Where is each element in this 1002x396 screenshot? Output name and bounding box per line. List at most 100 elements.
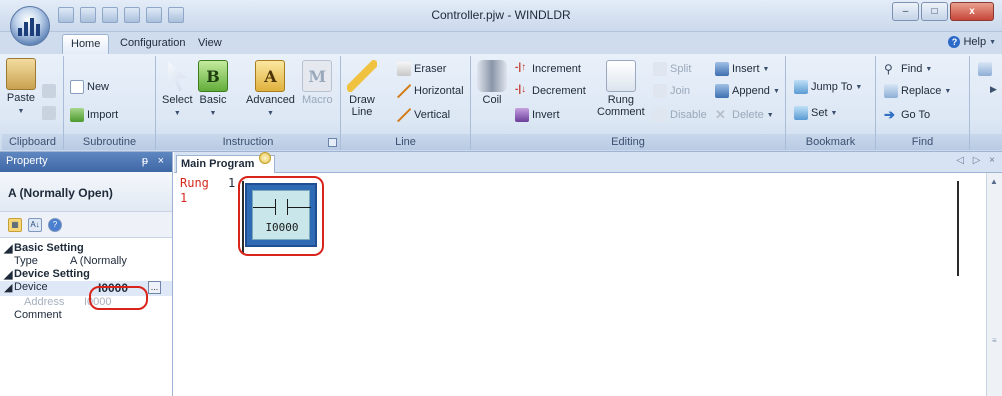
coil-button[interactable]: Coil bbox=[477, 60, 507, 106]
pin-icon[interactable]: ᵽ bbox=[142, 155, 148, 167]
increment-button[interactable]: -|↑ Increment bbox=[515, 62, 581, 76]
document-nav-buttons[interactable]: ◁ ▷ × bbox=[956, 155, 998, 166]
decrement-button[interactable]: -|↓ Decrement bbox=[515, 84, 586, 98]
increment-icon: -|↑ bbox=[515, 62, 527, 73]
bookmark-icon bbox=[794, 106, 808, 120]
help-button[interactable]: ? Help ▼ bbox=[948, 36, 996, 48]
eraser-button[interactable]: Eraser bbox=[397, 62, 446, 76]
group-truncated: ▶ bbox=[970, 56, 1002, 150]
application-menu-button[interactable] bbox=[10, 6, 50, 46]
close-button[interactable]: x bbox=[950, 2, 994, 21]
vertical-line-button[interactable]: Vertical bbox=[397, 108, 450, 122]
increment-label: Increment bbox=[532, 63, 581, 75]
split-button[interactable]: Split bbox=[653, 62, 691, 76]
device-highlight-oval bbox=[89, 286, 148, 310]
minimize-button[interactable]: – bbox=[892, 2, 919, 21]
ribbon: Paste ▼ Clipboard New Import Subroutine … bbox=[0, 54, 1002, 152]
ladder-editor[interactable]: Rung 1 1 I0000 bbox=[174, 173, 986, 396]
collapse-icon: ◢ bbox=[4, 282, 13, 294]
categorized-icon[interactable]: ▦ bbox=[8, 217, 22, 232]
paste-label: Paste bbox=[6, 92, 36, 104]
new-subroutine-button[interactable]: New bbox=[70, 80, 109, 94]
join-icon bbox=[653, 84, 667, 98]
disable-button[interactable]: Disable bbox=[653, 108, 707, 122]
rung-label: Rung 1 bbox=[180, 176, 209, 206]
truncated-button[interactable] bbox=[978, 62, 992, 76]
horizontal-line-icon bbox=[397, 84, 411, 98]
replace-button[interactable]: Replace ▼ bbox=[884, 84, 951, 98]
device-browse-button[interactable]: ... bbox=[148, 281, 161, 294]
help-label: Help bbox=[963, 36, 987, 48]
macro-label: Macro bbox=[302, 94, 333, 106]
address-key: Address bbox=[24, 296, 65, 308]
advanced-instruction-button[interactable]: A Advanced ▼ bbox=[246, 60, 295, 120]
invert-button[interactable]: Invert bbox=[515, 108, 560, 122]
go-to-button[interactable]: ➔ Go To bbox=[884, 108, 930, 122]
coil-label: Coil bbox=[482, 94, 502, 106]
type-key: Type bbox=[14, 255, 38, 267]
set-bookmark-button[interactable]: Set ▼ bbox=[794, 106, 837, 120]
chevron-down-icon: ▼ bbox=[772, 87, 780, 95]
join-label: Join bbox=[670, 85, 691, 97]
close-icon[interactable]: × bbox=[158, 155, 164, 167]
basic-setting-label: Basic Setting bbox=[14, 242, 84, 254]
invert-label: Invert bbox=[532, 109, 560, 121]
chevron-down-icon: ▼ bbox=[209, 110, 217, 117]
category-device-setting[interactable]: ◢ Device Setting bbox=[0, 268, 172, 281]
select-label: Select bbox=[162, 94, 193, 106]
macro-button[interactable]: M Macro bbox=[302, 60, 333, 106]
decrement-label: Decrement bbox=[532, 85, 586, 97]
property-pages-icon[interactable]: ? bbox=[48, 217, 62, 232]
basic-instruction-button[interactable]: B Basic ▼ bbox=[198, 60, 228, 120]
insert-label: Insert bbox=[732, 63, 760, 75]
scroll-grip-icon: ≡ bbox=[992, 336, 997, 345]
jump-to-button[interactable]: Jump To ▼ bbox=[794, 80, 862, 94]
document-tab-strip: Main Program ◁ ▷ × bbox=[174, 152, 1002, 173]
find-button[interactable]: ⚲ Find ▼ bbox=[884, 62, 932, 76]
group-find: ⚲ Find ▼ Replace ▼ ➔ Go To Find bbox=[876, 56, 970, 150]
tab-view[interactable]: View bbox=[190, 34, 230, 54]
tab-home[interactable]: Home bbox=[62, 34, 110, 54]
alphabetical-icon[interactable]: A↓ bbox=[28, 217, 42, 232]
tab-configuration[interactable]: Configuration bbox=[112, 34, 193, 54]
vertical-scrollbar[interactable]: ▲ ≡ bbox=[986, 173, 1002, 396]
import-subroutine-button[interactable]: Import bbox=[70, 108, 118, 122]
basic-label: Basic bbox=[199, 94, 227, 106]
draw-line-button[interactable]: Draw Line bbox=[347, 60, 377, 118]
paste-button[interactable]: Paste ▼ bbox=[6, 58, 36, 118]
group-instruction: Select ▼ B Basic ▼ A Advanced ▼ M Macro … bbox=[156, 56, 341, 150]
truncated-icon bbox=[978, 62, 992, 76]
title-bar: Controller.pjw - WINDLDR – □ x bbox=[0, 0, 1002, 32]
window-controls: – □ x bbox=[892, 2, 994, 21]
chevron-down-icon: ▼ bbox=[830, 109, 838, 117]
rung-text: Rung bbox=[180, 176, 209, 190]
clipboard-icon bbox=[6, 58, 36, 90]
rung-comment-button[interactable]: Rung Comment bbox=[597, 60, 645, 118]
split-icon bbox=[653, 62, 667, 76]
ribbon-scroll-right[interactable]: ▶ bbox=[990, 84, 997, 95]
category-basic-setting[interactable]: ◢ Basic Setting bbox=[0, 242, 172, 255]
horizontal-line-button[interactable]: Horizontal bbox=[397, 84, 464, 98]
replace-label: Replace bbox=[901, 85, 942, 97]
select-button[interactable]: Select ▼ bbox=[162, 60, 193, 120]
delete-button[interactable]: ✕ Delete ▼ bbox=[715, 108, 774, 122]
property-row-type[interactable]: Type A (Normally bbox=[0, 255, 172, 268]
property-panel: Property ᵽ × A (Normally Open) ▦ A↓ ? ◢ … bbox=[0, 152, 173, 396]
join-button[interactable]: Join bbox=[653, 84, 690, 98]
coil-icon bbox=[477, 60, 507, 92]
dialog-launcher-icon[interactable] bbox=[328, 138, 337, 147]
append-label: Append bbox=[732, 85, 770, 97]
append-button[interactable]: Append ▼ bbox=[715, 84, 780, 98]
pencil-icon bbox=[347, 60, 377, 92]
copy-button[interactable] bbox=[42, 106, 56, 120]
insert-button[interactable]: Insert ▼ bbox=[715, 62, 769, 76]
comment-key: Comment bbox=[14, 309, 62, 321]
delete-label: Delete bbox=[732, 109, 764, 121]
maximize-button[interactable]: □ bbox=[921, 2, 948, 21]
property-row-comment[interactable]: Comment bbox=[0, 309, 172, 322]
tab-main-program[interactable]: Main Program bbox=[176, 152, 276, 173]
group-label-subroutine: Subroutine bbox=[64, 134, 155, 150]
cut-button[interactable] bbox=[42, 84, 56, 98]
scroll-up-icon[interactable]: ▲ bbox=[990, 177, 998, 186]
go-to-label: Go To bbox=[901, 109, 931, 121]
